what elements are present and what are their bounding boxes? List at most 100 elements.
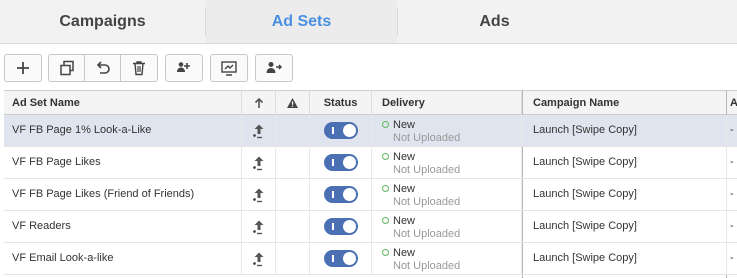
promote-arrow-icon[interactable]: [251, 123, 267, 139]
table-row[interactable]: VF Readers New Not Uploaded Launch [Swipe C…: [4, 211, 737, 243]
promote-cell: [242, 115, 276, 146]
status-dot-icon: [382, 217, 389, 224]
extra-value: -: [730, 188, 734, 200]
extra-value: -: [730, 156, 734, 168]
table-row[interactable]: VF FB Page Likes (Friend of Friends) New N…: [4, 179, 737, 211]
delivery-status: New: [393, 247, 416, 259]
upload-status: Not Uploaded: [393, 196, 461, 208]
export-icon: [221, 61, 237, 76]
delivery-status: New: [393, 183, 416, 195]
delivery-cell: New Not Uploaded: [372, 211, 522, 242]
extra-value: -: [730, 124, 734, 136]
column-header-campaign[interactable]: Campaign Name: [523, 91, 727, 115]
ad-set-name[interactable]: VF FB Page Likes (Friend of Friends): [4, 179, 242, 210]
column-header-warnings[interactable]: [276, 91, 310, 115]
upload-status: Not Uploaded: [393, 228, 461, 240]
delivery-cell: New Not Uploaded: [372, 147, 522, 178]
campaign-name[interactable]: Launch [Swipe Copy]: [523, 147, 727, 178]
create-group: [4, 54, 42, 82]
delivery-cell: New Not Uploaded: [372, 243, 522, 274]
column-header-extra[interactable]: A: [727, 91, 737, 115]
ad-set-name[interactable]: VF FB Page Likes: [4, 147, 242, 178]
delivery-status: New: [393, 151, 416, 163]
status-cell: [310, 147, 372, 178]
status-cell: [310, 243, 372, 274]
add-audience-button[interactable]: [166, 55, 202, 81]
column-header-sort[interactable]: [242, 91, 276, 115]
promote-arrow-icon[interactable]: [251, 155, 267, 171]
ad-set-name[interactable]: VF FB Page 1% Look-a-Like: [4, 115, 242, 146]
campaign-name[interactable]: Launch [Swipe Copy]: [523, 115, 727, 146]
assign-group: [255, 54, 293, 82]
status-cell: [310, 211, 372, 242]
promote-arrow-icon[interactable]: [251, 187, 267, 203]
undo-icon: [96, 61, 110, 74]
table-header: Ad Set Name Status Delivery Campaign Nam…: [4, 90, 737, 115]
campaign-name[interactable]: Launch [Swipe Copy]: [523, 211, 727, 242]
campaign-name[interactable]: Launch [Swipe Copy]: [523, 179, 727, 210]
undo-button[interactable]: [85, 55, 121, 81]
status-toggle[interactable]: [323, 250, 358, 267]
promote-cell: [242, 211, 276, 242]
column-header-status[interactable]: Status: [310, 91, 372, 115]
warning-icon: [287, 98, 298, 108]
duplicate-icon: [59, 60, 74, 76]
tab-campaigns[interactable]: Campaigns: [0, 0, 205, 43]
assign-user-icon: [266, 62, 283, 73]
extra-value: -: [730, 252, 734, 264]
status-toggle[interactable]: [323, 186, 358, 203]
export-group: [210, 54, 248, 82]
warning-cell: [276, 243, 310, 274]
status-dot-icon: [382, 121, 389, 128]
column-header-delivery[interactable]: Delivery: [372, 91, 522, 115]
status-toggle[interactable]: [323, 154, 358, 171]
delivery-status: New: [393, 215, 416, 227]
extra-cell: -: [727, 243, 737, 274]
promote-cell: [242, 179, 276, 210]
status-dot-icon: [382, 249, 389, 256]
audience-group: [165, 54, 203, 82]
status-cell: [310, 179, 372, 210]
upload-status: Not Uploaded: [393, 164, 461, 176]
warning-cell: [276, 211, 310, 242]
export-button[interactable]: [211, 55, 247, 81]
delivery-cell: New Not Uploaded: [372, 179, 522, 210]
promote-cell: [242, 243, 276, 274]
warning-cell: [276, 115, 310, 146]
campaign-name[interactable]: Launch [Swipe Copy]: [523, 243, 727, 274]
add-audience-icon: [177, 62, 190, 72]
column-header-name[interactable]: Ad Set Name: [4, 91, 242, 115]
extra-cell: -: [727, 115, 737, 146]
delivery-status: New: [393, 119, 416, 131]
edit-group: [48, 54, 158, 82]
extra-cell: -: [727, 179, 737, 210]
promote-arrow-icon[interactable]: [251, 251, 267, 267]
delete-button[interactable]: [121, 55, 157, 81]
status-toggle[interactable]: [323, 122, 358, 139]
extra-cell: -: [727, 147, 737, 178]
status-dot-icon: [382, 185, 389, 192]
status-cell: [310, 115, 372, 146]
delivery-cell: New Not Uploaded: [372, 115, 522, 146]
duplicate-button[interactable]: [49, 55, 85, 81]
status-toggle[interactable]: [323, 218, 358, 235]
warning-cell: [276, 147, 310, 178]
upload-status: Not Uploaded: [393, 260, 461, 272]
table-row[interactable]: VF Email Look-a-like New Not Uploaded Launc…: [4, 243, 737, 275]
ad-set-name[interactable]: VF Email Look-a-like: [4, 243, 242, 274]
upload-status: Not Uploaded: [393, 132, 461, 144]
promote-arrow-icon[interactable]: [251, 219, 267, 235]
assign-user-button[interactable]: [256, 55, 292, 81]
toolbar: [0, 44, 737, 90]
table-row[interactable]: VF FB Page Likes New Not Uploaded Launch [S…: [4, 147, 737, 179]
ad-set-name[interactable]: VF Readers: [4, 211, 242, 242]
plus-icon: [17, 62, 29, 74]
create-button[interactable]: [5, 55, 41, 81]
arrow-up-icon: [254, 97, 263, 108]
tab-ad-sets[interactable]: Ad Sets: [206, 0, 397, 43]
warning-cell: [276, 179, 310, 210]
status-dot-icon: [382, 153, 389, 160]
table-row[interactable]: VF FB Page 1% Look-a-Like New Not Uploaded…: [4, 115, 737, 147]
tab-ads[interactable]: Ads: [398, 0, 591, 43]
extra-value: -: [730, 220, 734, 232]
